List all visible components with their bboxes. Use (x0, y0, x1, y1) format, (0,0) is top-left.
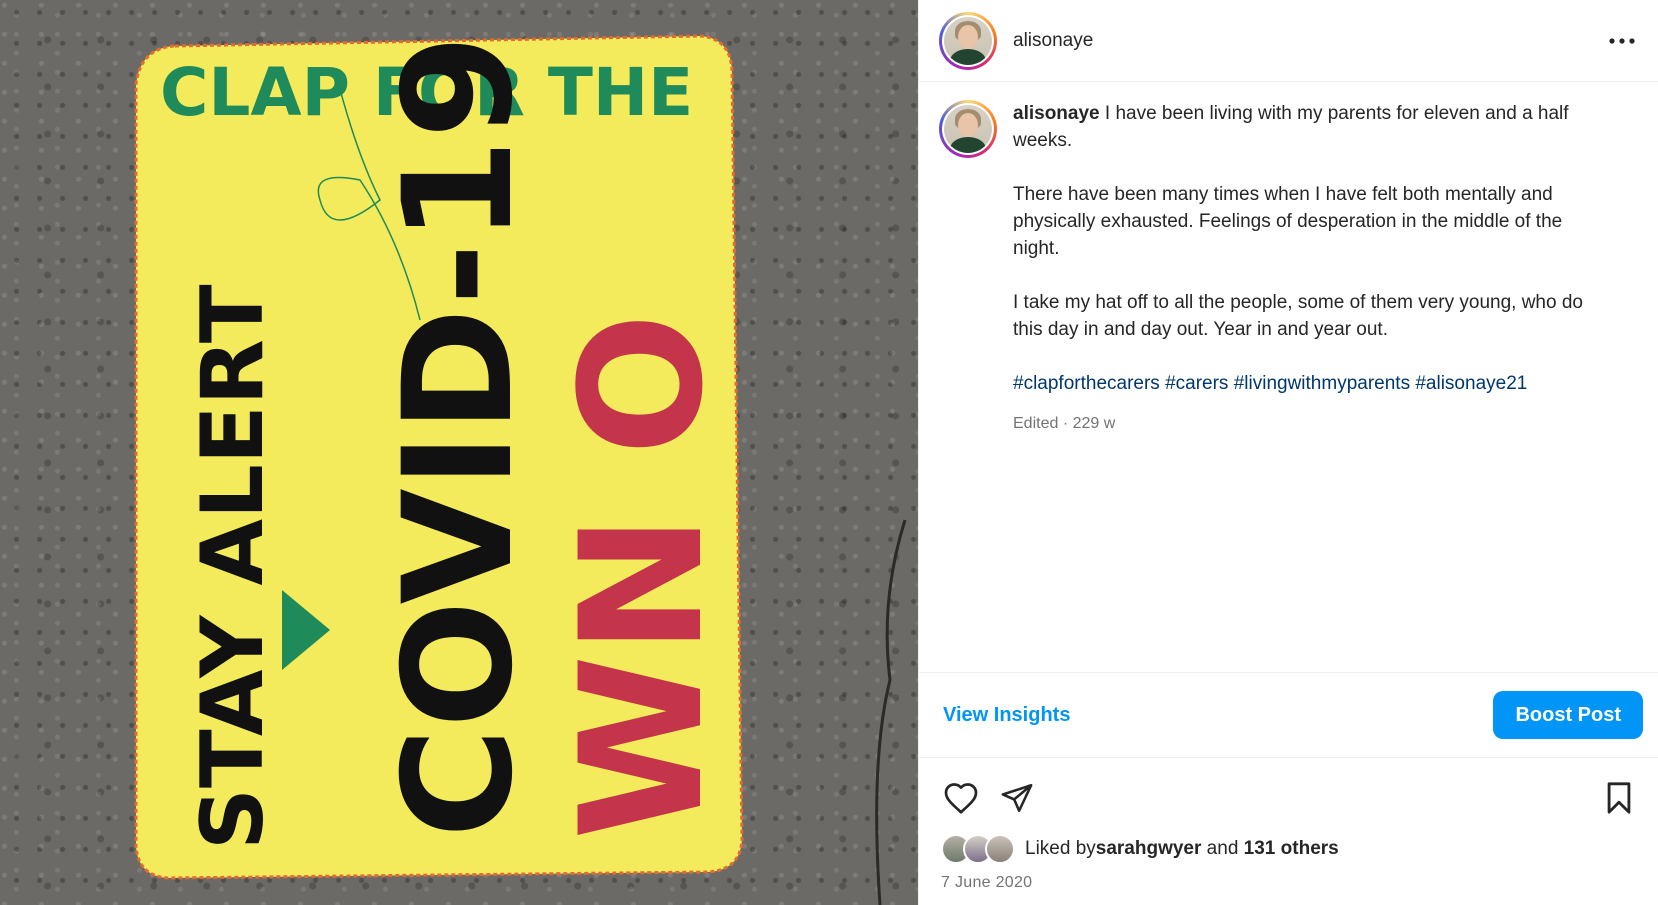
view-insights-link[interactable]: View Insights (943, 704, 1070, 727)
post-header: alisonaye (919, 0, 1658, 82)
insights-bar: View Insights Boost Post (919, 672, 1658, 758)
post-image[interactable]: CLAP FOR THE STAY ALERT COVID-19 WN O (0, 0, 918, 905)
sign-right-text: WN O (544, 313, 740, 840)
avatar-border (942, 14, 994, 67)
sign-illustration: CLAP FOR THE STAY ALERT COVID-19 WN O (134, 34, 907, 905)
caption-section: alisonaye I have been living with my par… (919, 82, 1658, 672)
liker-avatars[interactable] (941, 834, 1015, 864)
caption-username[interactable]: alisonaye (1013, 103, 1100, 124)
avatar-photo (944, 105, 992, 153)
likes-summary: Liked by sarahgwyer and 131 others (941, 834, 1339, 864)
caption-paragraph-1: alisonaye I have been living with my par… (1013, 100, 1613, 154)
pavement-crack (875, 519, 907, 905)
save-button[interactable] (1599, 778, 1639, 818)
boost-post-button[interactable]: Boost Post (1493, 691, 1643, 739)
caption-paragraph-2: There have been many times when I have f… (1013, 184, 1563, 259)
bookmark-icon (1607, 782, 1631, 814)
liker-avatar (985, 834, 1015, 864)
more-horizontal-icon (1609, 37, 1635, 44)
avatar-face (958, 24, 978, 49)
caption-avatar[interactable] (939, 100, 997, 158)
caption-meta: Edited · 229 w (1013, 415, 1116, 432)
more-options-button[interactable] (1604, 23, 1640, 59)
sign-middle-text: COVID-19 (372, 34, 546, 838)
likes-and: and (1201, 838, 1244, 859)
avatar-body (950, 137, 986, 153)
avatar-border (942, 103, 994, 155)
hashtag-link[interactable]: #livingwithmyparents (1234, 373, 1410, 394)
liker-username-link[interactable]: sarahgwyer (1096, 838, 1202, 860)
caption-text: alisonaye I have been living with my par… (1013, 100, 1613, 672)
hashtag-link[interactable]: #clapforthecarers (1013, 373, 1160, 394)
post-date: 7 June 2020 (941, 874, 1033, 891)
hashtag-link[interactable]: #alisonaye21 (1415, 373, 1527, 394)
caption-paragraph-3: I take my hat off to all the people, som… (1013, 292, 1583, 340)
like-button[interactable] (941, 778, 981, 818)
heart-icon (944, 783, 978, 814)
sign-left-text: STAY ALERT (183, 284, 283, 850)
share-button[interactable] (997, 778, 1037, 818)
likes-others-link[interactable]: 131 others (1244, 838, 1339, 860)
header-username[interactable]: alisonaye (1013, 30, 1604, 52)
post-details-panel: alisonaye alisonaye I have been living w… (918, 0, 1658, 905)
avatar-photo (944, 16, 992, 65)
avatar-face (958, 113, 978, 137)
hashtag-link[interactable]: #carers (1165, 373, 1228, 394)
send-icon (1001, 783, 1033, 813)
avatar-body (950, 48, 986, 65)
likes-prefix: Liked by (1025, 838, 1096, 859)
action-bar (919, 770, 1658, 826)
instagram-post-view: CLAP FOR THE STAY ALERT COVID-19 WN O al… (0, 0, 1658, 905)
profile-avatar[interactable] (939, 11, 997, 70)
hashtag-list: #clapforthecarers #carers #livingwithmyp… (1013, 370, 1613, 397)
